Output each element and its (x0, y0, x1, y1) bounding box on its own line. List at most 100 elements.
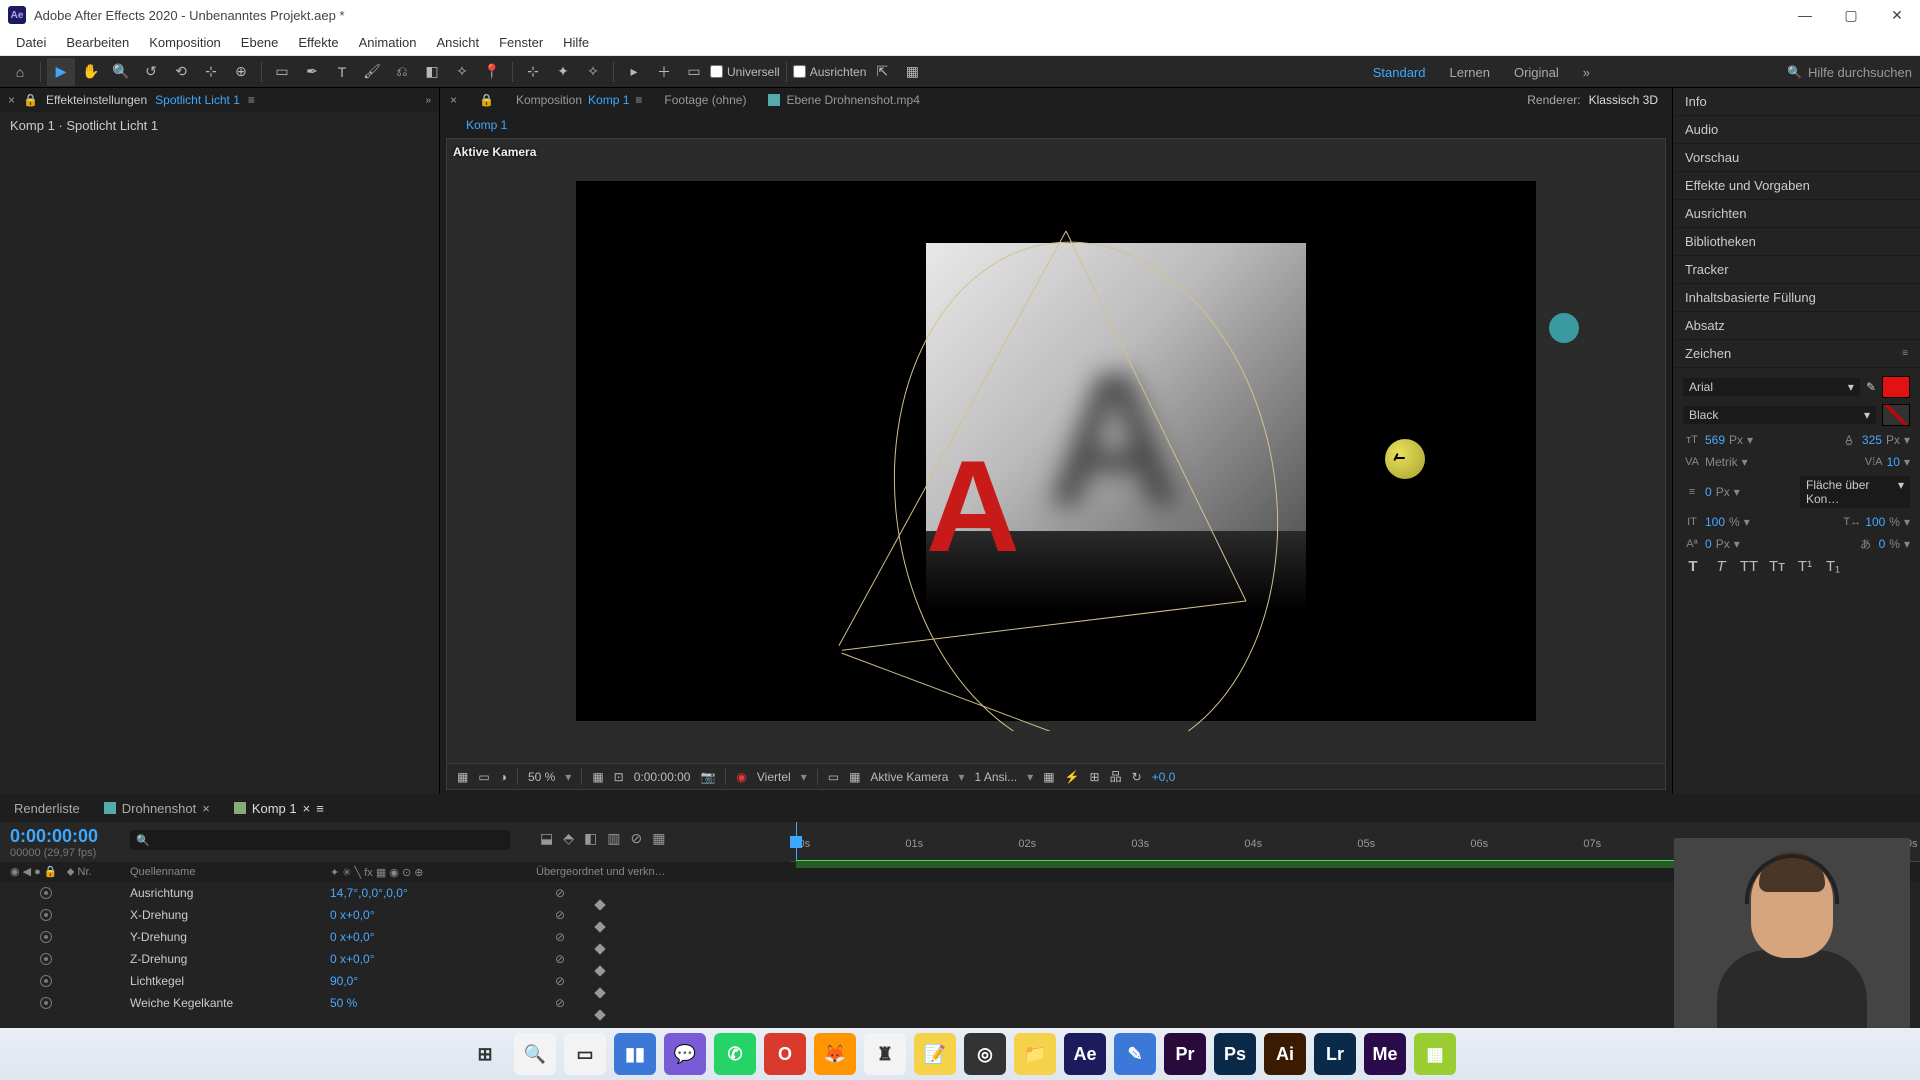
font-style-dropdown[interactable]: Black▾ (1683, 406, 1876, 424)
taskbar-app[interactable]: 🔍 (514, 1033, 556, 1075)
stroke-mode-dropdown[interactable]: Fläche über Kon…▾ (1800, 476, 1910, 508)
mask-icon[interactable]: ◑ (500, 770, 507, 784)
taskbar-app[interactable]: ▦ (1414, 1033, 1456, 1075)
taskbar-app[interactable]: ⊞ (464, 1033, 506, 1075)
comp-tab-close-icon[interactable]: × (450, 93, 457, 107)
taskbar-app[interactable]: Me (1364, 1033, 1406, 1075)
effect-controls-tab-label[interactable]: Effekteinstellungen (46, 93, 147, 107)
property-row[interactable]: Ausrichtung 14,7°,0,0°,0,0° ⊘ (0, 882, 1920, 904)
menu-hilfe[interactable]: Hilfe (553, 35, 599, 50)
motion-blur-icon[interactable]: ⊘ (630, 830, 642, 847)
spotlight-wireframe[interactable] (806, 221, 1286, 731)
tab-komp1[interactable]: Komp 1×≡ (234, 801, 324, 816)
property-row[interactable]: Weiche Kegelkante 50 % ⊘ (0, 992, 1920, 1014)
flowchart-icon[interactable]: 品 (1110, 768, 1122, 785)
panel-close-icon[interactable]: × (8, 93, 15, 107)
shape-tool[interactable]: ▭ (268, 58, 296, 86)
menu-bearbeiten[interactable]: Bearbeiten (56, 35, 139, 50)
timeline-icon[interactable]: ⊞ (1090, 770, 1100, 784)
taskbar-app[interactable]: ▭ (564, 1033, 606, 1075)
roi-icon[interactable]: ▭ (828, 770, 839, 784)
menu-animation[interactable]: Animation (349, 35, 427, 50)
pixel-aspect-icon[interactable]: ▦ (1043, 770, 1054, 784)
alpha-icon[interactable]: ▦ (457, 770, 468, 784)
shy-icon[interactable]: ◧ (584, 830, 597, 847)
property-row[interactable]: Y-Drehung 0 x+0,0° ⊘ (0, 926, 1920, 948)
menu-komposition[interactable]: Komposition (139, 35, 231, 50)
align-checkbox[interactable] (793, 65, 806, 78)
comp-tab-lock-icon[interactable]: 🔒 (479, 93, 494, 107)
panel-zeichen[interactable]: Zeichen≡ (1673, 340, 1920, 368)
workspace-more[interactable]: » (1583, 65, 1590, 80)
orbit-tool[interactable]: ↺ (137, 58, 165, 86)
taskbar-app[interactable]: 📁 (1014, 1033, 1056, 1075)
taskbar-app[interactable]: ✎ (1114, 1033, 1156, 1075)
tab-renderliste[interactable]: Renderliste (14, 801, 80, 816)
graph-editor-icon[interactable]: ▦ (652, 830, 665, 847)
panel-audio[interactable]: Audio (1673, 116, 1920, 144)
camera-dropdown[interactable]: Aktive Kamera (870, 770, 948, 784)
timeline-search[interactable]: 🔍 (130, 830, 510, 850)
menu-ansicht[interactable]: Ansicht (426, 35, 489, 50)
channel-icon[interactable]: ▭ (478, 770, 489, 784)
taskbar-app[interactable]: Ai (1264, 1033, 1306, 1075)
world-axis[interactable]: ✦ (549, 58, 577, 86)
window-close[interactable]: ✕ (1874, 0, 1920, 30)
footage-tab[interactable]: Footage (ohne) (664, 93, 746, 107)
playhead[interactable] (796, 822, 797, 862)
taskbar-app[interactable]: Lr (1314, 1033, 1356, 1075)
stroke-width-value[interactable]: 0 (1705, 485, 1712, 499)
selection-tool[interactable]: ▶ (47, 58, 75, 86)
bold-button[interactable]: T (1683, 558, 1703, 575)
panel-menu-icon[interactable]: ≡ (248, 93, 255, 107)
panel-ausrichten[interactable]: Ausrichten (1673, 200, 1920, 228)
proportional-icon[interactable]: ⇱ (868, 58, 896, 86)
magnification-dropdown[interactable]: 50 % (528, 770, 555, 784)
transparency-icon[interactable]: ▦ (849, 770, 860, 784)
menu-effekte[interactable]: Effekte (288, 35, 348, 50)
rotate-tool[interactable]: ⟲ (167, 58, 195, 86)
viewer-timecode[interactable]: 0:00:00:00 (634, 770, 691, 784)
tab-drohnenshot[interactable]: Drohnenshot× (104, 801, 210, 816)
views-dropdown[interactable]: 1 Ansi... (974, 770, 1017, 784)
comp-tab-name[interactable]: Komp 1 (588, 93, 629, 107)
smallcaps-button[interactable]: Tᴛ (1767, 558, 1787, 575)
pen-tool[interactable]: ✒ (298, 58, 326, 86)
local-axis[interactable]: ⊹ (519, 58, 547, 86)
renderer-value[interactable]: Klassisch 3D (1589, 93, 1658, 107)
camera-tool[interactable]: ⊹ (197, 58, 225, 86)
taskbar-app[interactable]: ◎ (964, 1033, 1006, 1075)
menu-datei[interactable]: Datei (6, 35, 56, 50)
clone-tool[interactable]: ⎌ (388, 58, 416, 86)
grid-icon[interactable]: ▦ (898, 58, 926, 86)
reset-exposure-icon[interactable]: ↻ (1132, 770, 1142, 784)
taskbar-app[interactable]: 💬 (664, 1033, 706, 1075)
panel-absatz[interactable]: Absatz (1673, 312, 1920, 340)
zoom-tool[interactable]: 🔍 (107, 58, 135, 86)
workspace-standard[interactable]: Standard (1373, 65, 1426, 80)
resolution-icon-1[interactable]: ▦ (592, 770, 603, 784)
tracking-value[interactable]: 10 (1887, 455, 1900, 469)
color-mgmt-icon[interactable]: ◉ (736, 770, 746, 784)
taskbar-app[interactable]: Ps (1214, 1033, 1256, 1075)
snap-rect[interactable]: ▭ (680, 58, 708, 86)
eyedropper-icon[interactable]: ✎ (1866, 380, 1876, 394)
type-tool[interactable]: T (328, 58, 356, 86)
eraser-tool[interactable]: ◧ (418, 58, 446, 86)
roto-tool[interactable]: ✧ (448, 58, 476, 86)
comp-tab-menu-icon[interactable]: ≡ (635, 93, 642, 107)
allcaps-button[interactable]: TT (1739, 558, 1759, 575)
taskbar-app[interactable]: O (764, 1033, 806, 1075)
kerning-value[interactable]: Metrik (1705, 455, 1738, 469)
property-row[interactable]: X-Drehung 0 x+0,0° ⊘ (0, 904, 1920, 926)
fill-swatch[interactable] (1882, 376, 1910, 398)
panel-info[interactable]: Info (1673, 88, 1920, 116)
font-family-dropdown[interactable]: Arial▾ (1683, 378, 1860, 396)
composition-viewer[interactable]: Aktive Kamera A A (446, 138, 1666, 764)
workspace-original[interactable]: Original (1514, 65, 1559, 80)
panel-bibliotheken[interactable]: Bibliotheken (1673, 228, 1920, 256)
stroke-swatch[interactable] (1882, 404, 1910, 426)
tsume-value[interactable]: 0 (1879, 537, 1886, 551)
taskbar-app[interactable]: 📝 (914, 1033, 956, 1075)
subscript-button[interactable]: T₁ (1823, 558, 1843, 575)
